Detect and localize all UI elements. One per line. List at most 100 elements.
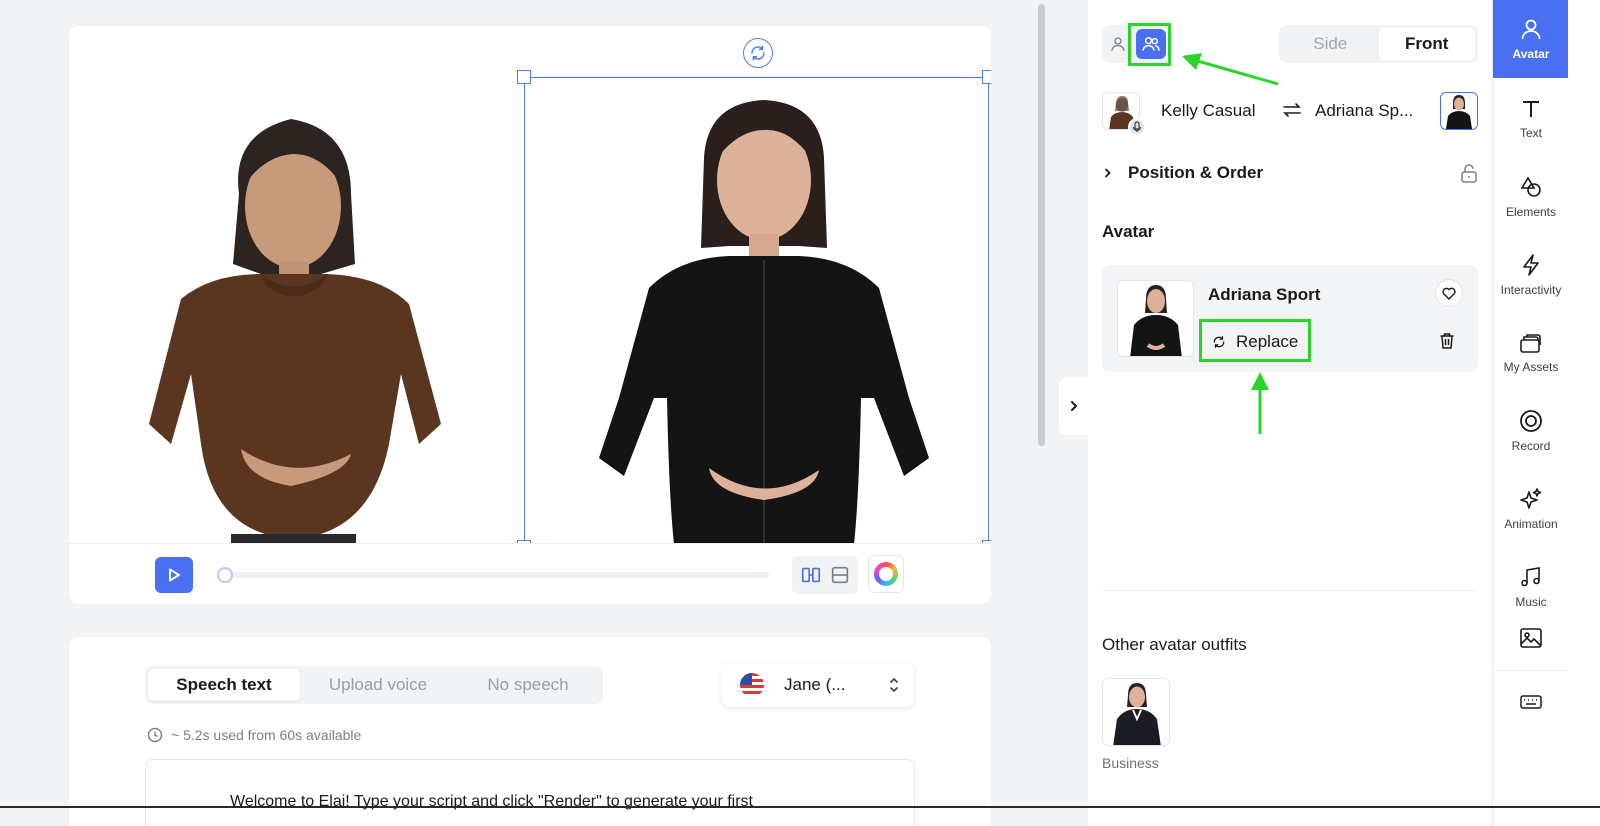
rail-label: Music <box>1515 595 1547 609</box>
selected-avatar-name: Adriana Sport <box>1208 285 1321 304</box>
shapes-icon <box>1520 176 1541 197</box>
rotate-button[interactable] <box>743 38 773 68</box>
person-icon <box>1111 37 1125 51</box>
rail-item-keyboard[interactable] <box>1493 680 1569 730</box>
record-icon <box>1520 410 1542 432</box>
annotation-arrow-icon <box>1251 372 1269 434</box>
outfit-business-label: Business <box>1102 755 1159 771</box>
position-order-section[interactable]: Position & Order <box>1102 160 1478 186</box>
window-edge <box>1568 0 1600 826</box>
usage-text: ~ 5.2s used from 60s available <box>171 727 362 743</box>
rail-label: Animation <box>1504 517 1558 531</box>
chevron-right-icon <box>1105 168 1111 178</box>
avatar-kelly-casual[interactable] <box>141 114 451 543</box>
timeline-scrubber[interactable] <box>217 567 233 583</box>
workspace: Speech text Upload voice No speech Jane … <box>0 0 1088 826</box>
microphone-badge <box>1128 118 1146 136</box>
rail-item-animation[interactable]: Animation <box>1493 470 1569 548</box>
sparkles-icon <box>1520 488 1542 509</box>
avatar-panel: Side Front Kelly Casual Adriana Sp... Po… <box>1088 0 1492 826</box>
rail-item-record[interactable]: Record <box>1493 392 1569 470</box>
rail-divider <box>1493 670 1569 671</box>
tab-no-speech[interactable]: No speech <box>456 669 600 701</box>
play-icon <box>169 568 180 582</box>
vertical-scrollbar[interactable] <box>1038 4 1045 446</box>
tool-rail: Avatar Text Elements Interactivity My As… <box>1492 0 1569 826</box>
folder-icon <box>1520 334 1541 353</box>
favorite-button[interactable] <box>1435 279 1463 307</box>
view-front-button[interactable]: Front <box>1378 28 1475 60</box>
layout-toggle-group <box>792 556 858 594</box>
image-icon <box>1520 628 1542 648</box>
lightning-icon <box>1523 254 1539 276</box>
rail-label: Elements <box>1505 205 1557 219</box>
rail-item-media[interactable] <box>1493 616 1569 666</box>
usage-info: ~ 5.2s used from 60s available <box>147 727 361 743</box>
view-toggle: Side Front <box>1279 25 1478 63</box>
rail-label: My Assets <box>1503 360 1559 374</box>
chevron-right-icon <box>1070 401 1077 411</box>
microphone-icon <box>1132 121 1142 132</box>
outfit-business-thumbnail[interactable] <box>1102 678 1170 746</box>
rail-item-interactivity[interactable]: Interactivity <box>1493 236 1569 314</box>
single-avatar-mode-button[interactable] <box>1106 30 1130 58</box>
keyboard-icon <box>1520 695 1542 709</box>
color-wheel-icon <box>874 562 898 586</box>
view-side-button[interactable]: Side <box>1282 28 1379 60</box>
selection-box[interactable] <box>517 70 991 543</box>
canvas-card <box>69 26 991 604</box>
rail-item-elements[interactable]: Elements <box>1493 158 1569 236</box>
trash-icon[interactable] <box>1439 332 1455 350</box>
script-textarea[interactable]: Welcome to Elai! Type your script and cl… <box>145 759 915 826</box>
rail-label: Record <box>1511 439 1551 453</box>
avatar-pair-left-name[interactable]: Kelly Casual <box>1161 101 1256 121</box>
speech-card: Speech text Upload voice No speech Jane … <box>69 637 991 826</box>
rail-item-my-assets[interactable]: My Assets <box>1493 314 1569 392</box>
tab-speech-text[interactable]: Speech text <box>148 669 300 701</box>
video-canvas[interactable] <box>69 26 991 543</box>
timeline-track[interactable] <box>217 567 769 583</box>
adriana-thumbnail[interactable] <box>1440 92 1478 130</box>
tab-upload-voice[interactable]: Upload voice <box>300 669 456 701</box>
rotate-icon <box>751 45 765 61</box>
unlock-icon[interactable] <box>1460 163 1478 183</box>
rail-label: Avatar <box>1512 47 1550 61</box>
stacked-layout-icon[interactable] <box>829 564 851 586</box>
voice-select[interactable]: Jane (... <box>722 663 914 707</box>
window-bottom-border <box>0 806 1600 808</box>
section-divider <box>1102 590 1478 591</box>
resize-handle-top-left[interactable] <box>517 70 531 84</box>
swap-icon[interactable] <box>1282 101 1302 119</box>
rail-item-avatar[interactable]: Avatar <box>1493 0 1569 78</box>
highlight-multi-avatar <box>1128 23 1171 66</box>
us-flag-icon <box>740 673 764 697</box>
other-outfits-heading: Other avatar outfits <box>1102 635 1247 654</box>
voice-name: Jane (... <box>784 675 846 694</box>
highlight-replace-button <box>1199 319 1311 362</box>
selected-avatar-thumbnail[interactable] <box>1117 280 1194 357</box>
avatar-pair-right-name[interactable]: Adriana Sp... <box>1315 101 1413 121</box>
playback-bar <box>69 543 991 604</box>
speech-mode-tabs: Speech text Upload voice No speech <box>145 666 603 704</box>
avatar-thumbnail-image <box>1113 683 1161 745</box>
position-order-title: Position & Order <box>1128 163 1264 182</box>
person-icon <box>1521 19 1541 40</box>
rail-label: Text <box>1519 126 1542 140</box>
rail-item-text[interactable]: Text <box>1493 80 1569 158</box>
resize-handle-top-right[interactable] <box>982 70 991 84</box>
avatar-section-heading: Avatar <box>1102 222 1155 241</box>
text-icon <box>1523 101 1539 117</box>
panel-collapse-button[interactable] <box>1059 377 1088 435</box>
rail-label: Interactivity <box>1500 283 1562 297</box>
rail-item-music[interactable]: Music <box>1493 548 1569 626</box>
music-icon <box>1521 567 1540 587</box>
heart-icon <box>1442 287 1456 300</box>
clock-icon <box>147 727 163 743</box>
avatar-thumbnail-image <box>1130 285 1182 356</box>
play-button[interactable] <box>155 557 193 593</box>
chevron-updown-icon <box>890 677 898 693</box>
background-color-button[interactable] <box>868 555 904 593</box>
annotation-arrow-icon <box>1182 53 1279 86</box>
side-by-side-layout-icon[interactable] <box>800 564 822 586</box>
avatar-thumbnail-image <box>1446 95 1472 129</box>
